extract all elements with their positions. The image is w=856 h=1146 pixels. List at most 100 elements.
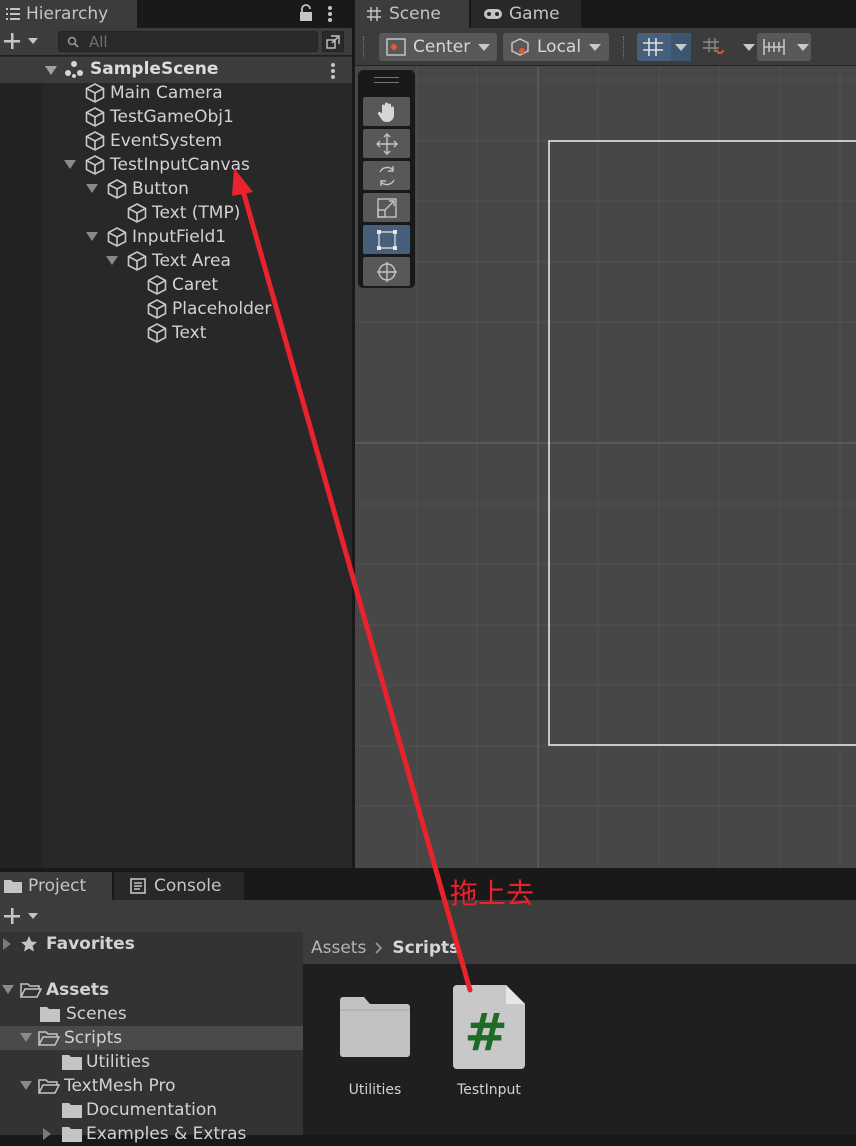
- hierarchy-item[interactable]: Main Camera: [84, 81, 223, 105]
- folder-icon: [62, 1055, 82, 1070]
- tab-console[interactable]: Console: [114, 872, 244, 900]
- hand-icon: [377, 102, 394, 122]
- annotation-label: 拖上去: [450, 877, 535, 910]
- increment-snap-toggle[interactable]: [697, 33, 755, 61]
- project-panel: Project Console Favorites Assets Scenes: [0, 870, 856, 1144]
- breadcrumb-assets[interactable]: Assets: [311, 938, 366, 958]
- tree-item-textmesh-pro[interactable]: TextMesh Pro: [20, 1074, 176, 1098]
- project-folder-tree: Favorites Assets Scenes Scripts Utilitie…: [0, 932, 303, 1144]
- tree-item-label: Scripts: [64, 1028, 123, 1048]
- scene-viewport[interactable]: [355, 67, 856, 868]
- breadcrumb-scripts[interactable]: Scripts: [392, 938, 459, 958]
- panel-divider[interactable]: [352, 0, 355, 868]
- asset-utilities-folder[interactable]: Utilities: [325, 996, 425, 1098]
- expanded-arrow-icon[interactable]: [86, 232, 98, 242]
- chevron-down-icon: [589, 43, 602, 51]
- tree-item-examples-extras[interactable]: Examples & Extras: [42, 1122, 246, 1146]
- expanded-arrow-icon[interactable]: [64, 160, 76, 170]
- gameobject-cube-icon: [147, 275, 167, 295]
- hierarchy-item[interactable]: Caret: [146, 273, 218, 297]
- hierarchy-item[interactable]: Button: [86, 177, 189, 201]
- create-asset-button[interactable]: [3, 907, 39, 925]
- chevron-right-icon: [375, 942, 383, 954]
- scene-toolbar: Center Local: [355, 28, 856, 66]
- gameobject-cube-icon: [147, 323, 167, 343]
- expand-arrow-icon[interactable]: [45, 66, 57, 76]
- console-icon: [130, 878, 146, 894]
- tree-item-documentation[interactable]: Documentation: [62, 1098, 217, 1122]
- overlay-grip[interactable]: [374, 77, 399, 83]
- pivot-dropdown[interactable]: Center: [379, 33, 497, 61]
- transform-tool-button[interactable]: [363, 257, 410, 286]
- expanded-arrow-icon[interactable]: [106, 256, 118, 266]
- scene-header-row[interactable]: SampleScene: [0, 57, 352, 83]
- scene-view-panel: Scene Game Center Local: [355, 0, 856, 868]
- folder-icon: [4, 880, 22, 893]
- hierarchy-item[interactable]: Text (TMP): [126, 201, 240, 225]
- search-by-scene-button[interactable]: [322, 31, 344, 52]
- tree-item-label: Favorites: [46, 934, 135, 954]
- open-folder-icon: [38, 1031, 60, 1046]
- tree-item-scenes[interactable]: Scenes: [40, 1002, 127, 1026]
- tree-item-favorites[interactable]: Favorites: [2, 932, 135, 956]
- expanded-arrow-icon[interactable]: [86, 184, 98, 194]
- tree-item-assets[interactable]: Assets: [2, 978, 109, 1002]
- tab-game-label: Game: [509, 4, 560, 24]
- scale-tool-button[interactable]: [363, 193, 410, 222]
- hierarchy-item[interactable]: Text: [146, 321, 206, 345]
- rotate-tool-button[interactable]: [363, 161, 410, 190]
- gameobject-cube-icon: [147, 299, 167, 319]
- open-folder-icon: [38, 1079, 60, 1094]
- gameobject-cube-icon: [85, 131, 105, 151]
- rect-tool-button[interactable]: [363, 225, 410, 254]
- tree-item-scripts[interactable]: Scripts: [20, 1026, 122, 1050]
- hierarchy-item-label: Placeholder: [172, 299, 272, 319]
- hierarchy-item[interactable]: TestInputCanvas: [64, 153, 250, 177]
- scene-name: SampleScene: [90, 59, 219, 79]
- local-space-icon: [511, 38, 529, 56]
- tab-scene[interactable]: Scene: [355, 0, 469, 28]
- create-button[interactable]: [3, 32, 39, 50]
- grid-snap-dropdown[interactable]: [671, 33, 691, 61]
- chevron-down-icon: [743, 44, 755, 51]
- tree-item-label: Utilities: [86, 1052, 150, 1072]
- transform-tools-overlay: [358, 70, 415, 288]
- hierarchy-item[interactable]: Placeholder: [146, 297, 271, 321]
- move-tool-button[interactable]: [363, 129, 410, 158]
- expanded-arrow-icon[interactable]: [20, 1033, 32, 1043]
- hierarchy-item[interactable]: InputField1: [86, 225, 226, 249]
- hierarchy-item[interactable]: EventSystem: [84, 129, 222, 153]
- tab-game[interactable]: Game: [471, 0, 581, 28]
- tab-hierarchy[interactable]: Hierarchy: [0, 0, 137, 28]
- collapsed-arrow-icon[interactable]: [42, 1128, 52, 1140]
- grid-snapping-toggle[interactable]: [637, 33, 691, 61]
- csharp-script-icon: #: [453, 985, 525, 1069]
- search-icon: [67, 36, 79, 48]
- hierarchy-item[interactable]: TestGameObj1: [84, 105, 234, 129]
- space-dropdown[interactable]: Local: [503, 33, 609, 61]
- gameobject-cube-icon: [107, 179, 127, 199]
- ruler-toggle[interactable]: [757, 33, 811, 61]
- scene-options-icon[interactable]: [330, 62, 336, 80]
- tab-project[interactable]: Project: [0, 872, 112, 900]
- search-input[interactable]: All: [58, 31, 318, 52]
- search-placeholder: All: [89, 32, 108, 51]
- gameobject-cube-icon: [127, 251, 147, 271]
- gameobject-cube-icon: [107, 227, 127, 247]
- asset-label: Utilities: [348, 1082, 402, 1098]
- hand-tool-button[interactable]: [363, 97, 410, 126]
- tree-item-label: Assets: [46, 980, 110, 1000]
- collapsed-arrow-icon[interactable]: [2, 938, 12, 950]
- hierarchy-item-label: Main Camera: [110, 83, 223, 103]
- rect-transform-icon: [376, 229, 397, 250]
- expanded-arrow-icon[interactable]: [2, 985, 14, 995]
- tab-scene-label: Scene: [389, 4, 441, 24]
- lock-icon[interactable]: [298, 4, 314, 22]
- gameobject-cube-icon: [85, 107, 105, 127]
- hierarchy-item[interactable]: Text Area: [106, 249, 231, 273]
- more-options-icon[interactable]: [327, 5, 333, 23]
- expanded-arrow-icon[interactable]: [20, 1081, 32, 1091]
- tree-item-utilities[interactable]: Utilities: [62, 1050, 150, 1074]
- rotate-icon: [378, 165, 395, 186]
- asset-testinput-script[interactable]: # TestInput: [439, 984, 539, 1098]
